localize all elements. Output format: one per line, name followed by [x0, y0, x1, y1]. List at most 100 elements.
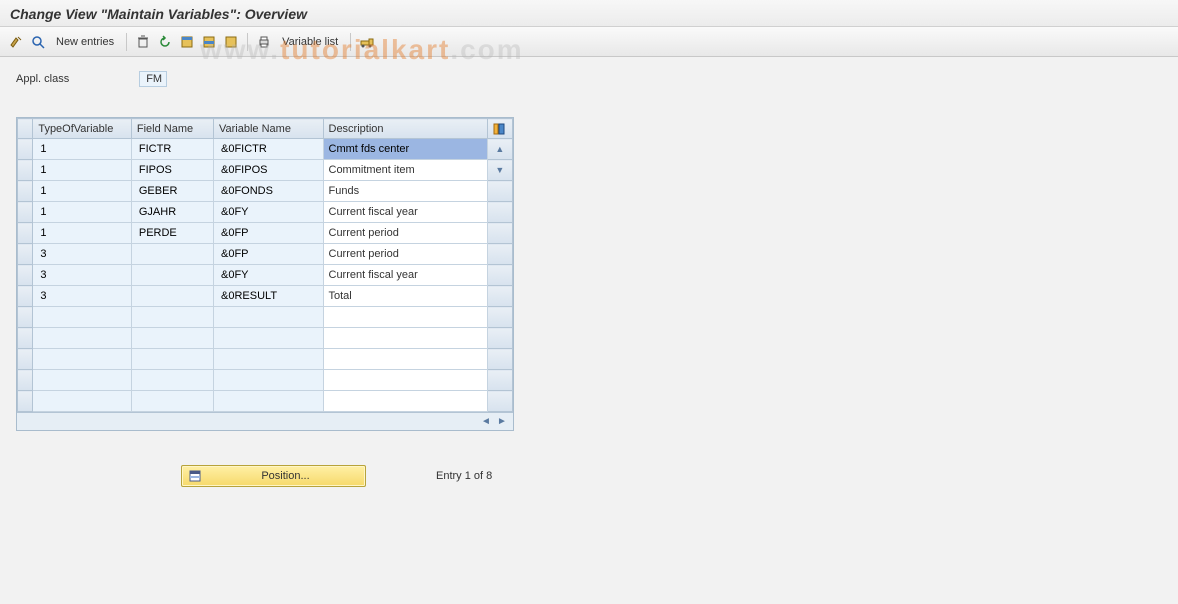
cell-field[interactable]	[131, 328, 213, 349]
cell-description[interactable]: Cmmt fds center	[323, 139, 487, 160]
type-input[interactable]	[38, 246, 126, 262]
vscroll-gutter[interactable]: ▲	[487, 139, 512, 160]
cell-variable[interactable]	[214, 370, 324, 391]
cell-description[interactable]: Current fiscal year	[323, 202, 487, 223]
cell-type[interactable]	[33, 139, 132, 160]
cell-type[interactable]	[33, 370, 132, 391]
field-input[interactable]	[137, 246, 208, 262]
cell-type[interactable]	[33, 265, 132, 286]
col-header-field[interactable]: Field Name	[131, 119, 213, 139]
cell-variable[interactable]	[214, 181, 324, 202]
cell-description[interactable]: Total	[323, 286, 487, 307]
cell-variable[interactable]	[214, 349, 324, 370]
row-select-header[interactable]	[18, 119, 33, 139]
variable-input[interactable]	[219, 309, 318, 325]
type-input[interactable]	[38, 309, 126, 325]
cell-field[interactable]	[131, 265, 213, 286]
cell-description[interactable]	[323, 391, 487, 412]
variable-input[interactable]	[219, 330, 318, 346]
scroll-left-icon[interactable]: ◄	[479, 415, 493, 429]
field-input[interactable]	[137, 393, 208, 409]
field-input[interactable]	[137, 162, 208, 178]
field-input[interactable]	[137, 288, 208, 304]
cell-description[interactable]: Commitment item	[323, 160, 487, 181]
cell-variable[interactable]	[214, 265, 324, 286]
row-selector[interactable]	[18, 223, 33, 244]
row-selector[interactable]	[18, 349, 33, 370]
cell-field[interactable]	[131, 181, 213, 202]
cell-description[interactable]: Funds	[323, 181, 487, 202]
field-input[interactable]	[137, 267, 208, 283]
row-selector[interactable]	[18, 265, 33, 286]
vscroll-gutter[interactable]: ▼	[487, 160, 512, 181]
cell-field[interactable]	[131, 391, 213, 412]
variable-input[interactable]	[219, 141, 318, 157]
type-input[interactable]	[38, 204, 126, 220]
cell-field[interactable]	[131, 139, 213, 160]
type-input[interactable]	[38, 267, 126, 283]
cell-type[interactable]	[33, 181, 132, 202]
row-selector[interactable]	[18, 286, 33, 307]
variable-input[interactable]	[219, 162, 318, 178]
field-input[interactable]	[137, 330, 208, 346]
row-selector[interactable]	[18, 202, 33, 223]
col-header-var[interactable]: Variable Name	[214, 119, 324, 139]
field-input[interactable]	[137, 204, 208, 220]
cell-variable[interactable]	[214, 286, 324, 307]
type-input[interactable]	[38, 351, 126, 367]
variable-input[interactable]	[219, 267, 318, 283]
cell-field[interactable]	[131, 223, 213, 244]
variable-input[interactable]	[219, 288, 318, 304]
type-input[interactable]	[38, 162, 126, 178]
field-input[interactable]	[137, 351, 208, 367]
delete-icon[interactable]	[135, 34, 151, 50]
field-input[interactable]	[137, 309, 208, 325]
select-block-icon[interactable]	[201, 34, 217, 50]
field-input[interactable]	[137, 225, 208, 241]
cell-variable[interactable]	[214, 223, 324, 244]
type-input[interactable]	[38, 183, 126, 199]
variable-input[interactable]	[219, 204, 318, 220]
variable-input[interactable]	[219, 225, 318, 241]
row-selector[interactable]	[18, 307, 33, 328]
cell-description[interactable]	[323, 349, 487, 370]
scroll-down-icon[interactable]: ▼	[488, 162, 512, 178]
horizontal-scrollbar[interactable]: ◄ ►	[17, 412, 513, 430]
type-input[interactable]	[38, 288, 126, 304]
variable-input[interactable]	[219, 372, 318, 388]
cell-variable[interactable]	[214, 307, 324, 328]
deselect-all-icon[interactable]	[223, 34, 239, 50]
cell-variable[interactable]	[214, 202, 324, 223]
configure-columns-icon[interactable]	[487, 119, 512, 139]
cell-variable[interactable]	[214, 244, 324, 265]
cell-type[interactable]	[33, 349, 132, 370]
field-input[interactable]	[137, 183, 208, 199]
other-view-icon[interactable]	[30, 34, 46, 50]
transport-icon[interactable]	[359, 34, 375, 50]
row-selector[interactable]	[18, 139, 33, 160]
cell-type[interactable]	[33, 307, 132, 328]
toggle-display-icon[interactable]	[8, 34, 24, 50]
row-selector[interactable]	[18, 160, 33, 181]
cell-field[interactable]	[131, 349, 213, 370]
cell-variable[interactable]	[214, 391, 324, 412]
position-button[interactable]: Position...	[181, 465, 366, 487]
cell-description[interactable]: Current period	[323, 223, 487, 244]
scroll-right-icon[interactable]: ►	[495, 415, 509, 429]
type-input[interactable]	[38, 372, 126, 388]
cell-description[interactable]	[323, 328, 487, 349]
cell-variable[interactable]	[214, 139, 324, 160]
variable-input[interactable]	[219, 183, 318, 199]
type-input[interactable]	[38, 330, 126, 346]
row-selector[interactable]	[18, 244, 33, 265]
scroll-up-icon[interactable]: ▲	[488, 141, 512, 157]
cell-field[interactable]	[131, 244, 213, 265]
variable-list-button[interactable]: Variable list	[278, 36, 342, 48]
variable-input[interactable]	[219, 393, 318, 409]
print-icon[interactable]	[256, 34, 272, 50]
cell-description[interactable]: Current period	[323, 244, 487, 265]
field-input[interactable]	[137, 372, 208, 388]
cell-variable[interactable]	[214, 328, 324, 349]
variable-input[interactable]	[219, 246, 318, 262]
cell-field[interactable]	[131, 370, 213, 391]
